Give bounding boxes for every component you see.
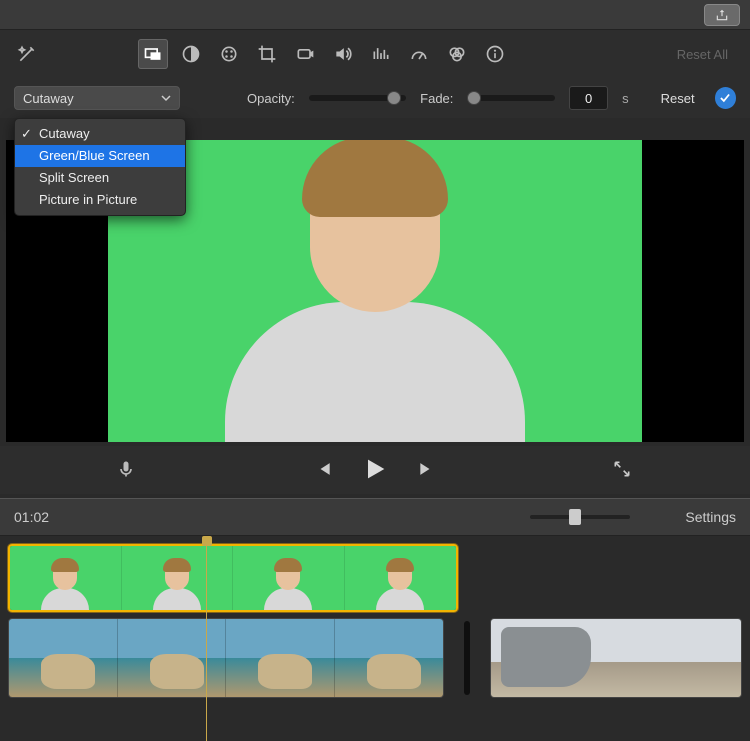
- play-button[interactable]: [361, 455, 389, 486]
- crop-button[interactable]: [252, 39, 282, 69]
- overlay-mode-value: Cutaway: [23, 91, 74, 106]
- speedometer-icon: [409, 44, 429, 64]
- overlay-option-cutaway[interactable]: Cutaway: [15, 123, 185, 145]
- overlay-clip[interactable]: [8, 544, 458, 612]
- checkmark-icon: [718, 91, 732, 105]
- chevron-down-icon: [161, 93, 171, 103]
- stabilize-icon: [295, 44, 315, 64]
- timeline[interactable]: [0, 536, 750, 741]
- zoom-slider[interactable]: [530, 515, 630, 519]
- preview-frame[interactable]: [108, 140, 642, 442]
- skip-forward-icon: [417, 459, 437, 479]
- volume-icon: [333, 44, 353, 64]
- opacity-slider[interactable]: [309, 95, 406, 101]
- video-overlay-icon: [143, 44, 163, 64]
- inspector-toolbar: Reset All: [0, 30, 750, 78]
- color-balance-icon: [181, 44, 201, 64]
- fullscreen-button[interactable]: [612, 459, 632, 482]
- overlay-option-greenscreen[interactable]: Green/Blue Screen: [15, 145, 185, 167]
- share-icon: [715, 8, 729, 22]
- skip-forward-button[interactable]: [417, 459, 437, 482]
- overlay-option-pip[interactable]: Picture in Picture: [15, 189, 185, 211]
- reset-button[interactable]: Reset: [661, 91, 695, 106]
- timeline-header: 01:02 Settings: [0, 498, 750, 536]
- fade-value-field[interactable]: 0: [569, 86, 608, 110]
- primary-clip-2[interactable]: [490, 618, 742, 698]
- magic-wand-icon: [17, 44, 37, 64]
- clip-thumbnail: [10, 546, 122, 610]
- playhead[interactable]: [206, 536, 207, 741]
- timecode-display: 01:02: [14, 509, 49, 525]
- speed-button[interactable]: [404, 39, 434, 69]
- voiceover-button[interactable]: [116, 459, 136, 482]
- clip-filter-icon: [447, 44, 467, 64]
- play-icon: [361, 455, 389, 483]
- timeline-settings-button[interactable]: Settings: [685, 509, 736, 525]
- clip-thumbnail: [345, 546, 457, 610]
- clip-thumbnail: [118, 619, 227, 697]
- share-button[interactable]: [704, 4, 740, 26]
- volume-button[interactable]: [328, 39, 358, 69]
- clip-thumbnail: [9, 619, 118, 697]
- skip-back-icon: [313, 459, 333, 479]
- fade-unit: s: [622, 91, 629, 106]
- clip-thumbnail: [335, 619, 444, 697]
- noise-reduction-button[interactable]: [366, 39, 396, 69]
- color-correction-button[interactable]: [214, 39, 244, 69]
- clip-thumbnail: [122, 546, 234, 610]
- microphone-icon: [116, 459, 136, 479]
- overlay-adjust-row: Cutaway Opacity: Fade: 0 s Reset: [0, 78, 750, 118]
- clip-thumbnail: [233, 546, 345, 610]
- magic-wand-button[interactable]: [12, 39, 42, 69]
- crop-icon: [257, 44, 277, 64]
- fade-slider[interactable]: [467, 95, 555, 101]
- preview-subject: [225, 152, 525, 442]
- color-palette-icon: [219, 44, 239, 64]
- overlay-option-splitscreen[interactable]: Split Screen: [15, 167, 185, 189]
- equalizer-icon: [371, 44, 391, 64]
- stabilization-button[interactable]: [290, 39, 320, 69]
- timeline-scroll-indicator[interactable]: [464, 621, 470, 695]
- skip-back-button[interactable]: [313, 459, 333, 482]
- clip-thumbnail: [226, 619, 335, 697]
- clip-info-button[interactable]: [480, 39, 510, 69]
- playback-controls: [0, 446, 750, 494]
- video-overlay-button[interactable]: [138, 39, 168, 69]
- info-icon: [485, 44, 505, 64]
- primary-clip-1[interactable]: [8, 618, 444, 698]
- apply-button[interactable]: [715, 87, 736, 109]
- overlay-mode-dropdown: Cutaway Green/Blue Screen Split Screen P…: [14, 118, 186, 216]
- reset-all-button[interactable]: Reset All: [677, 47, 738, 62]
- overlay-mode-select[interactable]: Cutaway: [14, 86, 180, 110]
- color-balance-button[interactable]: [176, 39, 206, 69]
- opacity-label: Opacity:: [247, 91, 295, 106]
- fullscreen-icon: [612, 459, 632, 479]
- clip-filter-button[interactable]: [442, 39, 472, 69]
- fade-label: Fade:: [420, 91, 453, 106]
